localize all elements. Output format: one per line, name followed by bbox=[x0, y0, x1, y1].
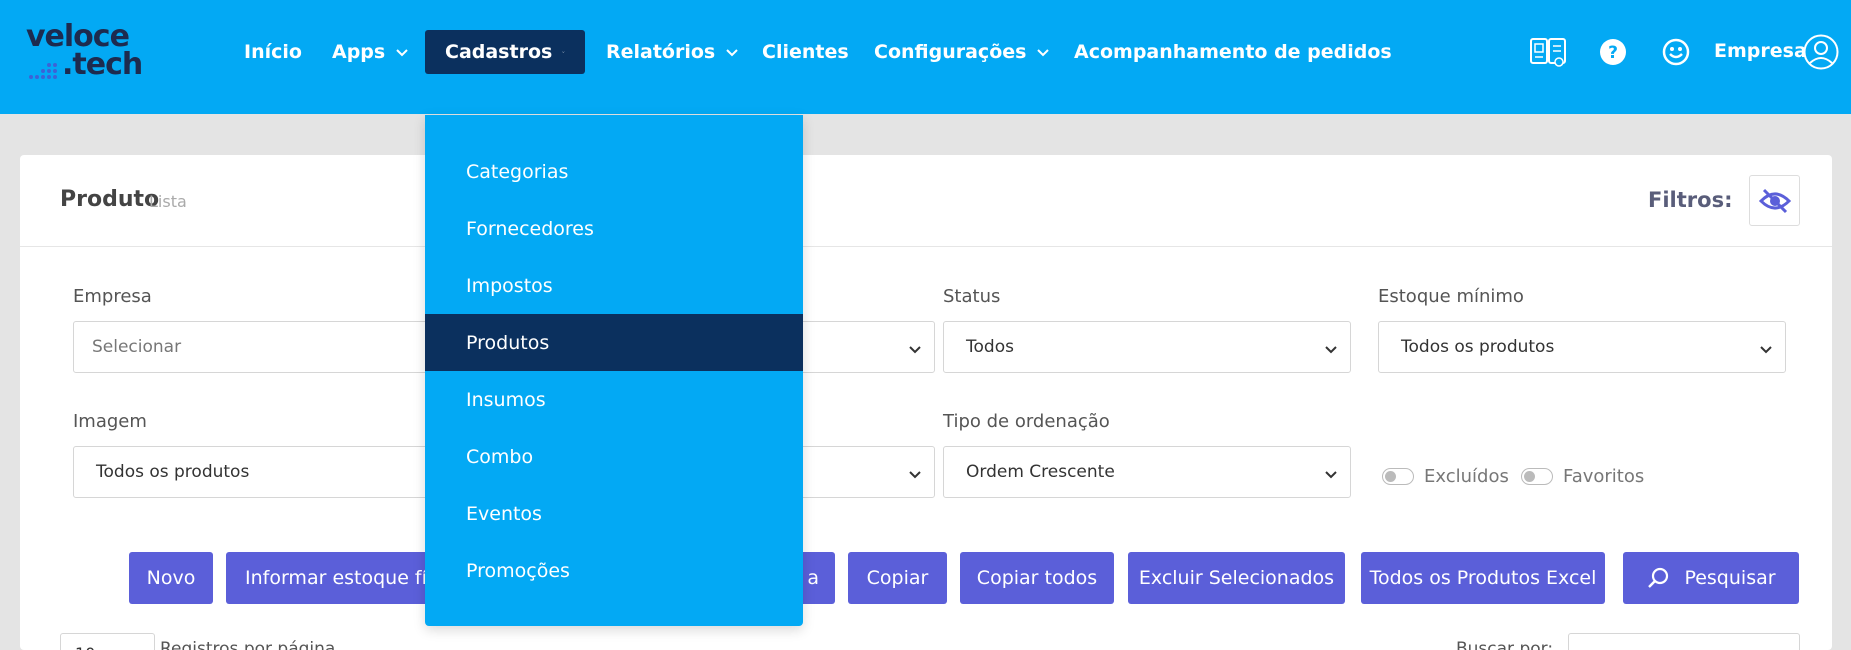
menu-item-label: Combo bbox=[466, 445, 534, 468]
button-label: Copiar todos bbox=[976, 567, 1098, 589]
favoritos-label: Favoritos bbox=[1563, 466, 1645, 487]
nav-clientes[interactable]: Clientes bbox=[742, 30, 869, 74]
button-label: Novo bbox=[146, 567, 196, 589]
todos-produtos-excel-button[interactable]: Todos os Produtos Excel bbox=[1361, 552, 1605, 604]
tipo-ordenacao-label: Tipo de ordenação bbox=[943, 411, 1110, 432]
nav-label: Clientes bbox=[762, 41, 849, 63]
menu-item-label: Fornecedores bbox=[466, 217, 594, 240]
menu-item-promocoes[interactable]: Promoções bbox=[425, 542, 803, 599]
estoque-minimo-value: Todos os produtos bbox=[1401, 337, 1555, 357]
user-icon[interactable] bbox=[1802, 33, 1840, 71]
menu-item-label: Produtos bbox=[466, 331, 550, 354]
table-search-input[interactable] bbox=[1568, 633, 1800, 650]
menu-item-label: Categorias bbox=[466, 160, 569, 183]
card-header: Produto Lista Filtros: bbox=[20, 155, 1832, 247]
favoritos-toggle[interactable]: Favoritos bbox=[1521, 466, 1644, 487]
help-icon[interactable]: ? bbox=[1594, 33, 1632, 71]
chevron-down-icon bbox=[726, 49, 738, 57]
nav-configuracoes[interactable]: Configurações bbox=[854, 30, 1070, 74]
nav-label: Configurações bbox=[874, 41, 1027, 63]
nav-label: Acompanhamento de pedidos bbox=[1074, 41, 1392, 63]
excluidos-toggle[interactable]: Excluídos bbox=[1382, 466, 1509, 487]
button-label: Pesquisar bbox=[1684, 567, 1776, 589]
logo-text-line2: .tech bbox=[62, 47, 143, 82]
nav-cadastros[interactable]: Cadastros bbox=[425, 30, 585, 74]
chevron-down-icon bbox=[1325, 346, 1337, 354]
catalog-icon[interactable] bbox=[1529, 33, 1567, 71]
status-value: Todos bbox=[966, 337, 1014, 357]
excluidos-label: Excluídos bbox=[1424, 466, 1509, 487]
eye-slash-icon bbox=[1758, 188, 1791, 213]
smiley-icon[interactable] bbox=[1657, 33, 1695, 71]
chevron-down-icon bbox=[562, 51, 565, 53]
nav-apps[interactable]: Apps bbox=[312, 30, 429, 74]
button-label: Excluir Selecionados bbox=[1138, 567, 1335, 589]
filters-label: Filtros: bbox=[1648, 188, 1733, 212]
pesquisar-button[interactable]: Pesquisar bbox=[1623, 552, 1799, 604]
status-label: Status bbox=[943, 286, 1001, 307]
table-search-label: Buscar por: bbox=[1456, 639, 1554, 650]
menu-item-insumos[interactable]: Insumos bbox=[425, 371, 803, 428]
toggle-filters-button[interactable] bbox=[1749, 175, 1800, 226]
copiar-button[interactable]: Copiar bbox=[848, 552, 947, 604]
chevron-down-icon bbox=[909, 471, 921, 479]
menu-item-label: Promoções bbox=[466, 559, 570, 582]
nav-acompanhamento-pedidos[interactable]: Acompanhamento de pedidos bbox=[1054, 30, 1412, 74]
chevron-down-icon bbox=[1760, 346, 1772, 354]
toggle-switch[interactable] bbox=[1382, 468, 1414, 485]
empresa-placeholder: Selecionar bbox=[92, 337, 182, 357]
nav-label: Cadastros bbox=[445, 41, 553, 63]
logo-dots-icon bbox=[29, 63, 57, 79]
svg-text:?: ? bbox=[1608, 43, 1618, 63]
page-size-select[interactable]: 10 bbox=[60, 633, 155, 650]
imagem-label: Imagem bbox=[73, 411, 147, 432]
imagem-value: Todos os produtos bbox=[96, 462, 250, 482]
menu-item-categorias[interactable]: Categorias bbox=[425, 143, 803, 200]
estoque-minimo-select[interactable]: Todos os produtos bbox=[1378, 321, 1786, 373]
button-label: Copiar bbox=[866, 567, 929, 589]
menu-item-combo[interactable]: Combo bbox=[425, 428, 803, 485]
page-title: Produto bbox=[60, 187, 160, 212]
chevron-down-icon bbox=[1325, 471, 1337, 479]
tipo-ordenacao-select[interactable]: Ordem Crescente bbox=[943, 446, 1351, 498]
nav-inicio[interactable]: Início bbox=[224, 30, 322, 74]
tipo-ordenacao-value: Ordem Crescente bbox=[966, 462, 1115, 482]
top-navbar: veloce .tech Início Apps Cadastros Relat… bbox=[0, 0, 1851, 114]
search-icon bbox=[1648, 567, 1669, 588]
cadastros-dropdown-menu: Categorias Fornecedores Impostos Produto… bbox=[425, 115, 803, 626]
button-label: a bbox=[807, 567, 819, 589]
nav-label: Apps bbox=[332, 41, 386, 63]
menu-item-label: Impostos bbox=[466, 274, 553, 297]
status-select[interactable]: Todos bbox=[943, 321, 1351, 373]
excluir-selecionados-button[interactable]: Excluir Selecionados bbox=[1128, 552, 1345, 604]
button-label: Todos os Produtos Excel bbox=[1369, 567, 1597, 589]
toggle-switch[interactable] bbox=[1521, 468, 1553, 485]
copiar-todos-button[interactable]: Copiar todos bbox=[960, 552, 1114, 604]
menu-item-produtos[interactable]: Produtos bbox=[425, 314, 803, 371]
chevron-down-icon bbox=[1037, 49, 1050, 57]
menu-item-impostos[interactable]: Impostos bbox=[425, 257, 803, 314]
nav-label: Início bbox=[244, 41, 302, 63]
empresa-menu-label[interactable]: Empresa bbox=[1714, 40, 1807, 62]
page-size-label: Registros por página bbox=[160, 639, 336, 650]
product-list-card: Produto Lista Filtros: Empresa Seleciona… bbox=[20, 155, 1832, 650]
page-subtitle: Lista bbox=[149, 192, 187, 211]
nav-label: Relatórios bbox=[606, 41, 716, 63]
menu-item-fornecedores[interactable]: Fornecedores bbox=[425, 200, 803, 257]
menu-item-label: Eventos bbox=[466, 502, 542, 525]
empresa-label: Empresa bbox=[73, 286, 152, 307]
novo-button[interactable]: Novo bbox=[129, 552, 213, 604]
page-size-value: 10 bbox=[75, 644, 95, 650]
veloce-tech-logo[interactable]: veloce .tech bbox=[26, 20, 146, 82]
chevron-down-icon bbox=[396, 49, 408, 57]
menu-item-label: Insumos bbox=[466, 388, 546, 411]
chevron-down-icon bbox=[909, 346, 921, 354]
menu-item-eventos[interactable]: Eventos bbox=[425, 485, 803, 542]
estoque-minimo-label: Estoque mínimo bbox=[1378, 286, 1524, 307]
nav-relatorios[interactable]: Relatórios bbox=[586, 30, 759, 74]
